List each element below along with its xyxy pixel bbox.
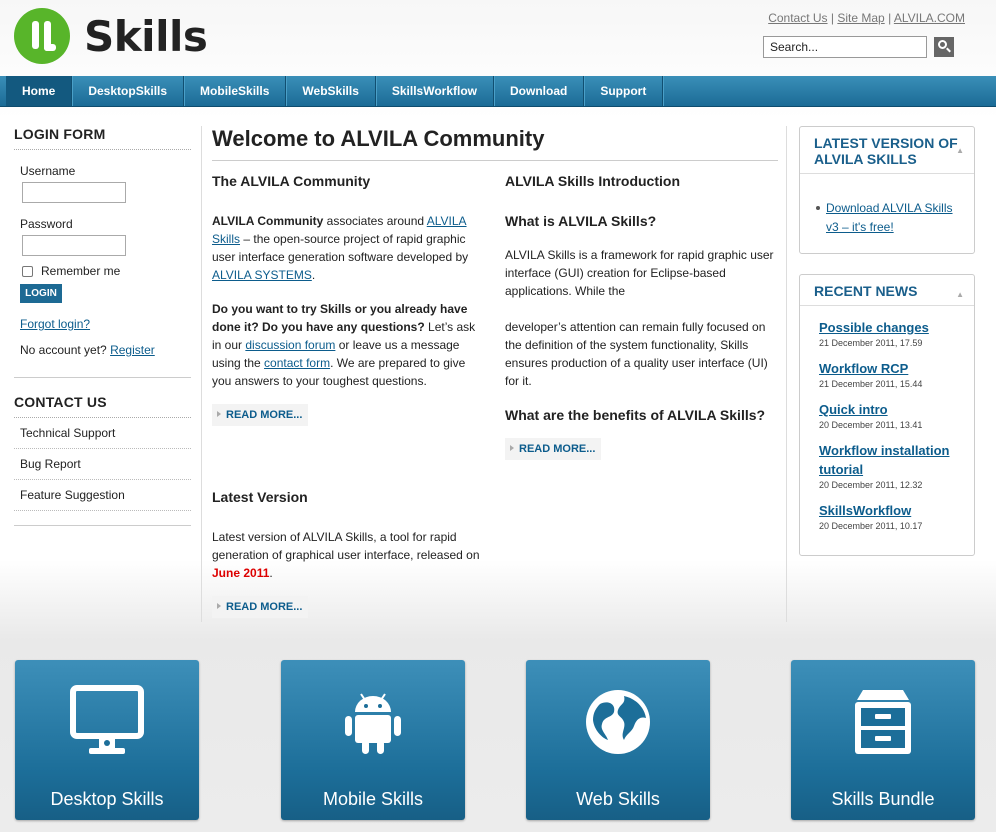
mobile-skills-tile[interactable]: Mobile Skills [281, 660, 465, 820]
divider [14, 377, 191, 378]
tile-label: Mobile Skills [322, 789, 424, 809]
top-link-separator: | [830, 11, 835, 25]
benefits-heading: What are the benefits of ALVILA Skills? [505, 407, 766, 423]
collapse-caret-icon[interactable]: ▲ [956, 287, 964, 303]
news-title-link[interactable]: SkillsWorkflow [819, 501, 974, 520]
news-date: 21 December 2011, 17.59 [819, 338, 923, 348]
discussion-forum-link[interactable]: discussion forum [245, 338, 335, 352]
username-field[interactable] [22, 182, 126, 203]
alvila-systems-link[interactable]: ALVILA SYSTEMS [212, 268, 312, 282]
nav-home[interactable]: Home [6, 76, 73, 106]
recent-news-title: RECENT NEWS ▲ [800, 275, 974, 306]
news-title-link[interactable]: Workflow RCP [819, 359, 974, 378]
latest-version-text: Latest version of ALVILA Skills, a tool … [212, 530, 480, 580]
password-field[interactable] [22, 235, 126, 256]
nav-download[interactable]: Download [494, 76, 585, 106]
password-label: Password [20, 217, 73, 231]
forgot-login-link[interactable]: Forgot login? [20, 317, 191, 331]
news-date: 21 December 2011, 15.44 [819, 379, 923, 389]
login-form-title: LOGIN FORM [14, 126, 191, 150]
contact-us-title: CONTACT US [14, 394, 191, 418]
contact-technical-support[interactable]: Technical Support [14, 418, 191, 449]
news-list: Possible changes 21 December 2011, 17.59… [800, 306, 974, 532]
site-logo[interactable]: Skills [14, 8, 208, 64]
android-icon [345, 693, 401, 754]
register-link[interactable]: Register [110, 343, 155, 357]
latest-read-more-button[interactable]: READ MORE... [212, 596, 309, 618]
collapse-caret-icon[interactable]: ▲ [956, 143, 964, 159]
nav-skillsworkflow[interactable]: SkillsWorkflow [376, 76, 495, 106]
logo-mark-icon [14, 8, 70, 64]
contact-feature-suggestion[interactable]: Feature Suggestion [14, 480, 191, 511]
web-skills-tile[interactable]: Web Skills [526, 660, 710, 820]
latest-version-box-title: LATEST VERSION OF ALVILA SKILLS ▲ [800, 127, 974, 174]
top-link-separator: | [888, 11, 892, 25]
divider [14, 525, 191, 526]
news-item: SkillsWorkflow 20 December 2011, 10.17 [819, 501, 974, 532]
login-button[interactable]: LOGIN [20, 284, 62, 303]
no-account-text: No account yet? Register [20, 343, 191, 357]
news-item: Possible changes 21 December 2011, 17.59 [819, 318, 974, 349]
news-date: 20 December 2011, 13.41 [819, 420, 923, 430]
recent-news-box: RECENT NEWS ▲ Possible changes 21 Decemb… [799, 274, 975, 556]
cabinet-icon [855, 690, 911, 754]
desktop-icon [70, 685, 144, 754]
contact-form-link[interactable]: contact form [264, 356, 330, 370]
latest-version-heading: Latest Version [212, 489, 308, 505]
news-item: Workflow RCP 21 December 2011, 15.44 [819, 359, 974, 390]
nav-desktopskills[interactable]: DesktopSkills [72, 76, 185, 106]
desktop-skills-tile[interactable]: Desktop Skills [15, 660, 199, 820]
news-title-link[interactable]: Possible changes [819, 318, 974, 337]
news-title-link[interactable]: Quick intro [819, 400, 974, 419]
nav-webskills[interactable]: WebSkills [286, 76, 376, 106]
remember-me: Remember me [22, 264, 191, 278]
intro-section: ALVILA Skills Introduction What is ALVIL… [505, 172, 775, 460]
site-map-link[interactable]: Site Map [837, 11, 884, 25]
intro-heading: ALVILA Skills Introduction [505, 173, 680, 189]
news-item: Quick intro 20 December 2011, 13.41 [819, 400, 974, 431]
intro-paragraph-1: ALVILA Skills is a framework for rapid g… [505, 248, 774, 298]
nav-support[interactable]: Support [584, 76, 664, 106]
contact-bug-report[interactable]: Bug Report [14, 449, 191, 480]
community-heading: The ALVILA Community [212, 173, 371, 189]
download-link-item: Download ALVILA Skills v3 – it's free! [800, 174, 974, 247]
community-section: The ALVILA Community ALVILA Community as… [212, 172, 482, 426]
top-links: Contact Us | Site Map | ALVILA.COM [768, 11, 965, 25]
main-nav: Home DesktopSkills MobileSkills WebSkill… [0, 76, 996, 107]
news-item: Workflow installation tutorial 20 Decemb… [819, 441, 974, 491]
tile-label: Desktop Skills [50, 789, 164, 809]
page-title: Welcome to ALVILA Community [212, 126, 778, 161]
contact-us-link[interactable]: Contact Us [768, 11, 827, 25]
nav-mobileskills[interactable]: MobileSkills [184, 76, 287, 106]
main-content: Welcome to ALVILA Community The ALVILA C… [201, 126, 787, 622]
search-button[interactable] [934, 37, 954, 57]
site-header: Skills Contact Us | Site Map | ALVILA.CO… [0, 0, 996, 76]
community-paragraph-2: Do you want to try Skills or you already… [212, 302, 476, 388]
download-skills-link[interactable]: Download ALVILA Skills v3 – it's free! [826, 201, 953, 234]
community-read-more-button[interactable]: READ MORE... [212, 404, 309, 426]
latest-version-box: LATEST VERSION OF ALVILA SKILLS ▲ Downlo… [799, 126, 975, 254]
what-is-heading: What is ALVILA Skills? [505, 213, 657, 229]
skills-bundle-tile[interactable]: Skills Bundle [791, 660, 975, 820]
search-input[interactable] [763, 36, 927, 58]
tile-label: Web Skills [576, 789, 660, 809]
alvila-com-link[interactable]: ALVILA.COM [894, 11, 965, 25]
left-sidebar: LOGIN FORM Username Password Remember me… [14, 126, 191, 526]
remember-me-checkbox[interactable] [22, 265, 33, 277]
intro-read-more-button[interactable]: READ MORE... [505, 438, 602, 460]
remember-me-label: Remember me [41, 264, 121, 278]
tile-label: Skills Bundle [831, 789, 935, 809]
news-title-link[interactable]: Workflow installation tutorial [819, 441, 974, 479]
username-label: Username [20, 164, 76, 178]
release-date: June 2011 [212, 566, 270, 580]
globe-icon [586, 690, 650, 754]
latest-version-section: Latest Version Latest version of ALVILA … [212, 488, 482, 618]
intro-paragraph-2: developer’s attention can remain fully f… [505, 320, 768, 388]
no-account-label: No account yet? [20, 343, 107, 357]
logo-text: Skills [84, 11, 208, 61]
search-form [763, 36, 954, 58]
news-date: 20 December 2011, 12.32 [819, 480, 923, 490]
community-paragraph-1: ALVILA Community associates around ALVIL… [212, 214, 469, 282]
news-date: 20 December 2011, 10.17 [819, 521, 923, 531]
